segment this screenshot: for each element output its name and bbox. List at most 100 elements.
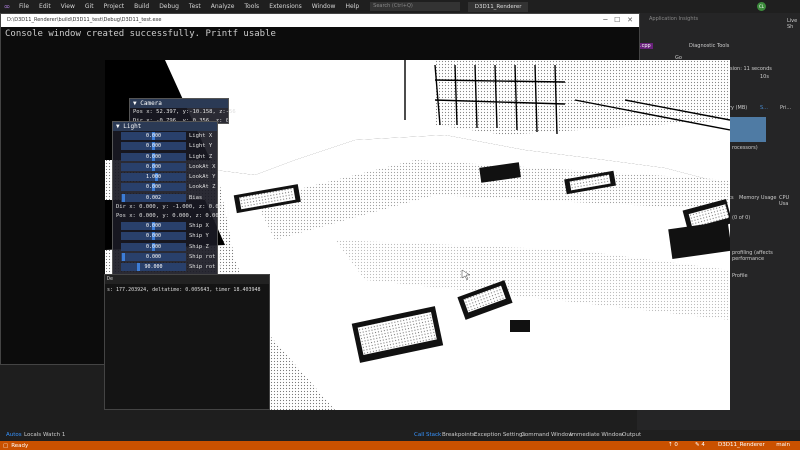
profile-label: Profile <box>732 273 748 279</box>
tab-call-stack[interactable]: Call Stack <box>414 432 441 438</box>
slider-grab-handle[interactable] <box>122 252 125 261</box>
light-dir: Dir x: 0.000, y: -1.000, z: 0.00 <box>116 204 222 211</box>
ship-slider[interactable]: 0.000 <box>121 252 186 261</box>
tab-immediate-window[interactable]: Immediate Window <box>570 432 623 438</box>
slider-value: 0.000 <box>145 133 162 139</box>
tab-breakpoints[interactable]: Breakpoints <box>442 432 475 438</box>
search-input[interactable]: Search (Ctrl+Q) <box>370 2 461 11</box>
window-controls[interactable]: ─ ☐ ✕ <box>603 14 633 27</box>
menu-extensions[interactable]: Extensions <box>264 0 307 13</box>
light-slider[interactable]: 0.000 <box>121 142 186 151</box>
fps-readout: s: 177.203924, deltatime: 0.005643, time… <box>107 287 261 293</box>
tab-output[interactable]: Output <box>622 432 641 438</box>
tab-locals[interactable]: Locals <box>24 432 41 438</box>
light-slider[interactable]: 0.002 <box>121 193 186 202</box>
light-slider-row: 0.000 Light Y <box>113 141 217 151</box>
menu-view[interactable]: View <box>56 0 80 13</box>
menu-debug[interactable]: Debug <box>154 0 184 13</box>
slider-value: 0.000 <box>145 223 162 230</box>
ship-slider[interactable]: 90.000 <box>121 263 186 272</box>
repo-name[interactable]: D3D11_Renderer <box>718 442 765 448</box>
ship-slider[interactable]: 0.000 <box>121 222 186 231</box>
menu-test[interactable]: Test <box>184 0 206 13</box>
slider-label: LookAt Y <box>189 174 216 181</box>
menu-analyze[interactable]: Analyze <box>206 0 240 13</box>
slider-value: 0.000 <box>145 253 162 260</box>
light-pos: Pos x: 0.000, y: 0.000, z: 0.00 <box>116 213 219 220</box>
private-bytes-legend: Pri... <box>780 105 792 111</box>
live-share-button[interactable]: Live Sh <box>787 18 800 30</box>
slider-label: Ship rot Y <box>189 264 223 271</box>
processors-label: rocessors) <box>732 145 758 151</box>
menu-project[interactable]: Project <box>99 0 130 13</box>
memory-label: ry (MB) <box>729 105 748 111</box>
slider-value: 0.000 <box>145 243 162 250</box>
status-ready-icon: ▢ <box>3 442 9 449</box>
memory-graph <box>728 117 766 142</box>
tab-exception-settings[interactable]: Exception Settings <box>474 432 525 438</box>
session-duration: sion: 11 seconds <box>730 66 772 72</box>
slider-value: 0.000 <box>145 163 162 170</box>
menu-build[interactable]: Build <box>129 0 154 13</box>
slider-label: Ship rot X <box>189 253 223 260</box>
slider-value: 1.000 <box>145 174 162 181</box>
console-title: D:\D3D11_Renderer\build\D3D11_test\Debug… <box>7 17 162 23</box>
light-slider-row: 0.000 LookAt X <box>113 162 217 172</box>
console-output: Console window created successfully. Pri… <box>5 29 276 39</box>
debug-window[interactable]: De s: 177.203924, deltatime: 0.005643, t… <box>104 274 270 410</box>
camera-header[interactable]: ▼ Camera <box>130 99 228 108</box>
file-tab[interactable]: .cpp <box>638 43 653 49</box>
slider-value: 0.000 <box>145 184 162 191</box>
ship-slider[interactable]: 0.000 <box>121 242 186 251</box>
ship-slider-row: 0.000 Ship X <box>113 221 217 231</box>
slider-label: LookAt Z <box>189 184 216 191</box>
light-slider[interactable]: 0.000 <box>121 162 186 171</box>
ship-slider-row: 90.000 Ship rot Y <box>113 262 222 272</box>
tab-command-window[interactable]: Command Window <box>521 432 573 438</box>
camera-pos: Pos x: 52.397, y:-10.158, z:-56 <box>133 109 236 115</box>
slider-label: Bias <box>189 194 203 201</box>
slider-value: 90.000 <box>144 264 163 271</box>
slider-grab-handle[interactable] <box>137 263 140 272</box>
avatar[interactable]: CL <box>757 2 766 11</box>
bottom-tool-tabs: Autos Locals Watch 1 Call Stack Breakpoi… <box>0 430 800 441</box>
slider-value: 0.000 <box>145 143 162 150</box>
light-slider-row: 0.000 Light Z <box>113 152 217 162</box>
light-slider[interactable]: 1.000 <box>121 173 186 182</box>
slider-value: 0.002 <box>145 194 162 201</box>
light-window[interactable]: ▼ Light 0.000 Light X 0.000 Light Y 0.000 Lig… <box>112 121 222 282</box>
light-slider[interactable]: 0.000 <box>121 132 186 140</box>
menu-edit[interactable]: Edit <box>34 0 56 13</box>
light-slider[interactable]: 0.000 <box>121 152 186 161</box>
light-header[interactable]: ▼ Light <box>113 122 217 131</box>
light-slider-row: 0.002 Bias <box>113 193 217 203</box>
light-slider-row: 0.000 Light X <box>113 131 217 141</box>
light-slider-row: 1.000 LookAt Y <box>113 172 217 182</box>
menu-file[interactable]: File <box>14 0 34 13</box>
pencil-icon[interactable]: ✎ 4 <box>695 442 705 448</box>
console-titlebar[interactable]: D:\D3D11_Renderer\build\D3D11_test\Debug… <box>1 14 639 27</box>
menu-tools[interactable]: Tools <box>239 0 264 13</box>
light-slider-row: 0.000 LookAt Z <box>113 182 217 192</box>
up-arrow-icon[interactable]: ↑ 0 <box>668 442 678 448</box>
branch-name[interactable]: main <box>776 442 790 448</box>
ship-slider-row: 0.000 Ship rot X <box>113 252 222 262</box>
debug-header[interactable]: De <box>105 275 269 284</box>
menu-git[interactable]: Git <box>80 0 99 13</box>
tab-autos[interactable]: Autos <box>6 432 22 438</box>
menu-help[interactable]: Help <box>340 0 364 13</box>
ship-slider-row: 0.000 Ship Y <box>113 231 217 241</box>
status-bar: ▢ Ready ↑ 0 ✎ 4 D3D11_Renderer main <box>0 441 800 450</box>
tab-memory-usage[interactable]: Memory Usage <box>739 195 777 201</box>
menu-window[interactable]: Window <box>307 0 341 13</box>
tab-cpu-usage[interactable]: CPU Usa <box>779 195 800 207</box>
ship-slider[interactable]: 0.000 <box>121 232 186 241</box>
app-insights-label[interactable]: Application Insights <box>649 16 698 22</box>
slider-label: Ship X <box>189 223 209 230</box>
slider-label: LookAt X <box>189 163 216 170</box>
tab-watch1[interactable]: Watch 1 <box>43 432 65 438</box>
light-slider[interactable]: 0.000 <box>121 183 186 192</box>
slider-grab-handle[interactable] <box>122 193 125 202</box>
slider-label: Light Z <box>189 153 213 160</box>
slider-value: 0.000 <box>145 153 162 160</box>
